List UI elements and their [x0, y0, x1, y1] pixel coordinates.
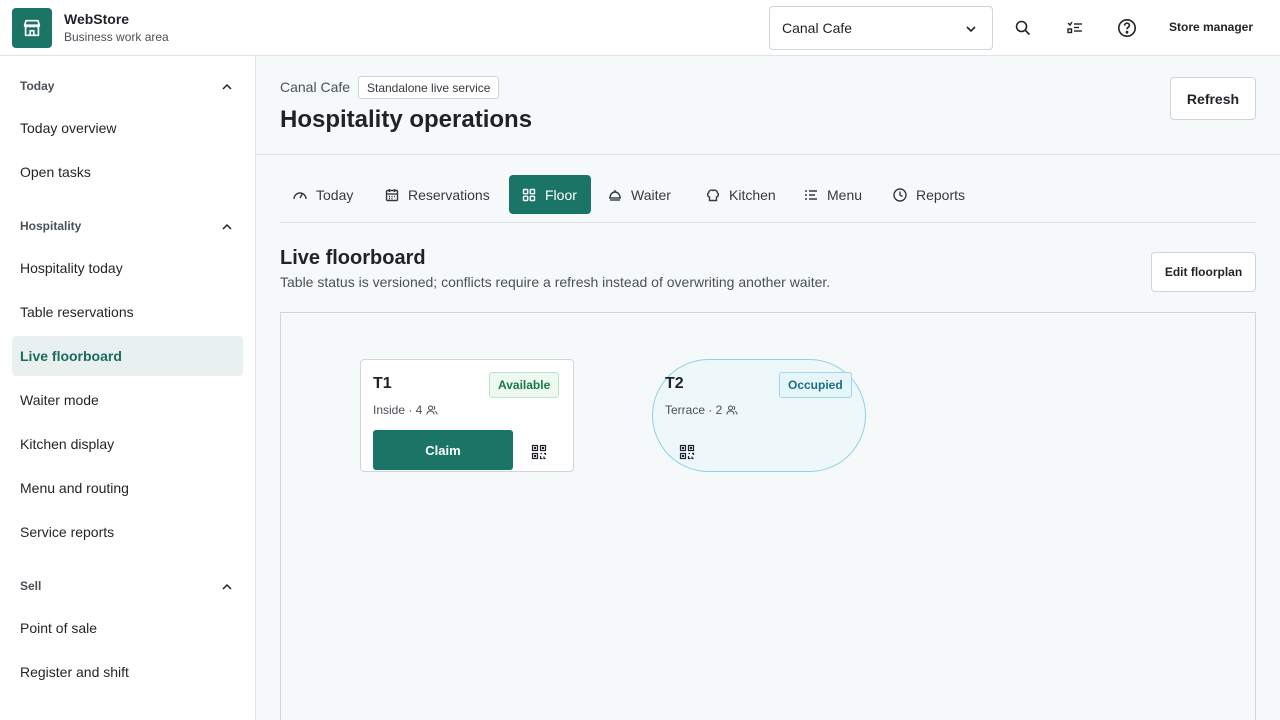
sidebar-item-menu-and-routing[interactable]: Menu and routing — [12, 468, 243, 508]
tab-reports[interactable]: Reports — [880, 175, 977, 214]
sidebar-item-today-overview[interactable]: Today overview — [12, 108, 243, 148]
floorboard-description: Table status is versioned; conflicts req… — [280, 274, 831, 290]
user-menu[interactable]: Store manager — [1169, 20, 1253, 34]
page-title: Hospitality operations — [280, 106, 533, 133]
tab-label: Menu — [827, 186, 863, 203]
chevron-up-icon[interactable] — [220, 220, 234, 234]
clock-icon — [893, 187, 907, 202]
table-area-seats: Terrace · 2 — [665, 403, 723, 417]
floorplan-canvas: T1 Available Inside · 4 Claim T2 Occupie… — [280, 312, 1256, 720]
list-icon — [805, 189, 817, 200]
sidebar-item-service-reports[interactable]: Service reports — [12, 512, 243, 552]
help-icon[interactable] — [1115, 16, 1139, 40]
status-badge: Available — [489, 372, 560, 398]
chevron-up-icon[interactable] — [220, 80, 234, 94]
chevron-up-icon[interactable] — [220, 580, 234, 594]
table-card-t1[interactable]: T1 Available Inside · 4 Claim — [360, 359, 574, 472]
search-icon[interactable] — [1011, 16, 1035, 40]
top-bar: WebStore Business work area Canal Cafe S… — [0, 0, 1280, 56]
table-area-seats: Inside · 4 — [373, 403, 423, 417]
status-badge: Occupied — [779, 372, 852, 398]
sidebar-section-today[interactable]: Today — [20, 79, 54, 93]
tab-menu[interactable]: Menu — [791, 175, 874, 214]
sidebar-item-open-tasks[interactable]: Open tasks — [12, 152, 243, 192]
tab-floor[interactable]: Floor — [509, 175, 591, 214]
people-icon — [426, 405, 438, 415]
table-meta: Terrace · 2 — [665, 403, 738, 417]
main-content: Canal Cafe Standalone live service Hospi… — [256, 56, 1280, 720]
sidebar: Today Today overview Open tasks Hospital… — [0, 56, 256, 720]
tab-label: Kitchen — [729, 186, 776, 203]
breadcrumb[interactable]: Canal Cafe — [280, 79, 350, 95]
chevron-down-icon — [966, 26, 976, 33]
claim-button[interactable]: Claim — [373, 430, 513, 470]
tab-waiter[interactable]: Waiter — [595, 175, 683, 214]
table-name: T2 — [665, 375, 684, 392]
sidebar-item-live-floorboard[interactable]: Live floorboard — [12, 336, 243, 376]
tab-label: Today — [316, 186, 354, 203]
sidebar-item-register-and-shift[interactable]: Register and shift — [12, 652, 243, 692]
app-subtitle: Business work area — [64, 30, 169, 44]
app-name: WebStore — [64, 11, 130, 27]
store-select-value: Canal Cafe — [782, 20, 853, 36]
table-card-t2[interactable]: T2 Occupied Terrace · 2 — [652, 359, 866, 472]
floorboard-title: Live floorboard — [280, 247, 426, 269]
chef-hat-icon — [706, 188, 720, 201]
sidebar-section-sell[interactable]: Sell — [20, 579, 41, 593]
tab-label: Reports — [916, 186, 966, 203]
people-icon — [726, 405, 738, 415]
tab-bar: Today Reservations Floor Waiter Kitchen … — [280, 175, 1256, 223]
sidebar-item-kitchen-display[interactable]: Kitchen display — [12, 424, 243, 464]
grid-icon — [522, 188, 536, 201]
sidebar-item-point-of-sale[interactable]: Point of sale — [12, 608, 243, 648]
qr-code-icon[interactable] — [679, 444, 695, 460]
tab-reservations[interactable]: Reservations — [372, 175, 502, 214]
refresh-button[interactable]: Refresh — [1170, 77, 1256, 120]
edit-floorplan-button[interactable]: Edit floorplan — [1151, 252, 1256, 292]
tab-label: Floor — [545, 186, 577, 203]
sidebar-item-table-reservations[interactable]: Table reservations — [12, 292, 243, 332]
tab-label: Waiter — [631, 186, 671, 203]
table-name: T1 — [373, 375, 392, 392]
table-meta: Inside · 4 — [373, 403, 438, 417]
service-mode-badge: Standalone live service — [358, 76, 500, 99]
sidebar-section-hospitality[interactable]: Hospitality — [20, 219, 81, 233]
tab-label: Reservations — [408, 186, 490, 203]
sidebar-item-hospitality-today[interactable]: Hospitality today — [12, 248, 243, 288]
cloche-icon — [609, 189, 621, 201]
page-header: Canal Cafe Standalone live service Hospi… — [256, 56, 1280, 155]
store-select[interactable]: Canal Cafe — [769, 6, 993, 50]
tab-today[interactable]: Today — [280, 175, 365, 214]
calendar-icon — [385, 188, 399, 201]
store-icon[interactable] — [12, 8, 52, 48]
qr-code-icon[interactable] — [531, 444, 547, 460]
checklist-icon[interactable] — [1063, 16, 1087, 40]
sidebar-item-waiter-mode[interactable]: Waiter mode — [12, 380, 243, 420]
gauge-icon — [293, 191, 307, 199]
tab-kitchen[interactable]: Kitchen — [693, 175, 788, 214]
